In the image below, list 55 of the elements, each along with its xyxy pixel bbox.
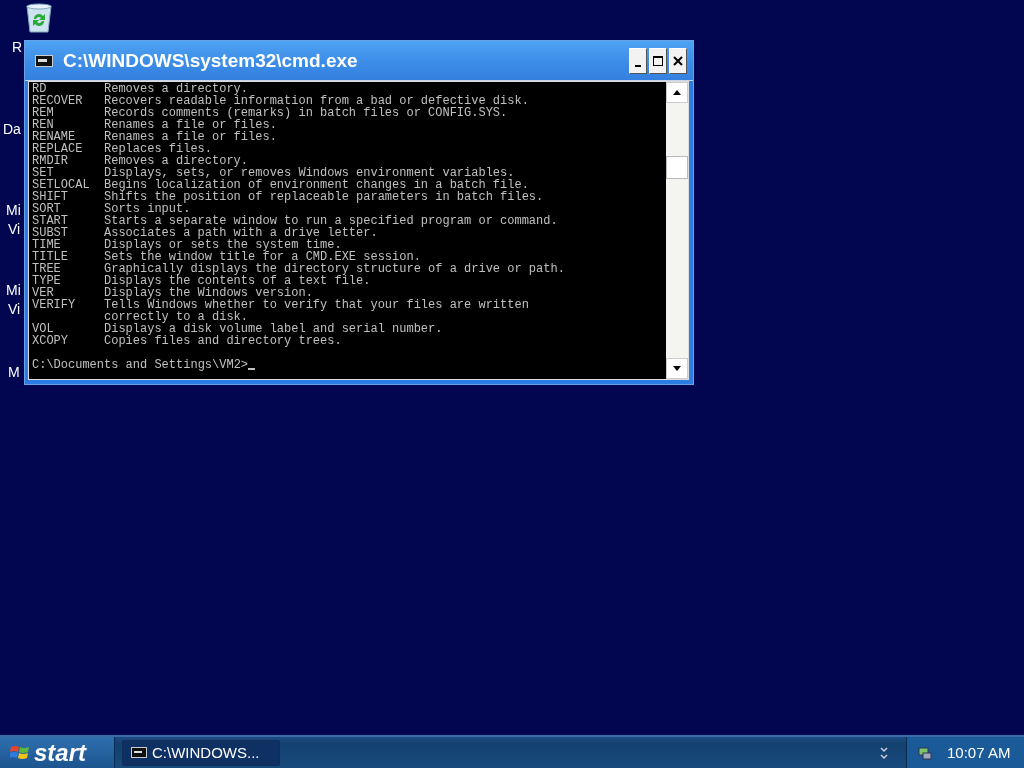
command-description: Sorts input. [104, 203, 191, 215]
command-name: REN [32, 118, 54, 132]
command-name: SORT [32, 202, 61, 216]
command-name: START [32, 214, 68, 228]
command-description: Removes a directory. [104, 83, 249, 95]
command-description: Displays the Windows version. [104, 287, 313, 299]
command-description: correctly to a disk. [104, 311, 249, 323]
command-description: Renames a file or files. [104, 119, 277, 131]
desktop-icon-label[interactable]: Mi [6, 281, 21, 299]
command-name: RMDIR [32, 154, 68, 168]
command-description: Tells Windows whether to verify that your files are written [104, 299, 529, 311]
command-name: TREE [32, 262, 61, 276]
command-description: Replaces files. [104, 143, 213, 155]
command-name: VOL [32, 322, 54, 336]
command-description: Shifts the position of replaceable parameters in batch files. [104, 191, 544, 203]
command-prompt: C:\Documents and Settings\VM2> [32, 359, 249, 371]
command-name: XCOPY [32, 334, 68, 348]
desktop-icon-label[interactable]: Vi [8, 300, 21, 318]
command-description: Removes a directory. [104, 155, 249, 167]
desktop-icon-label[interactable]: Da [3, 120, 21, 138]
command-description: Renames a file or files. [104, 131, 277, 143]
desktop-icon-label[interactable]: R [12, 38, 23, 56]
desktop-icon-label[interactable]: M [8, 363, 20, 381]
command-name: SUBST [32, 226, 68, 240]
command-description: Displays or sets the system time. [104, 239, 342, 251]
desktop-icon-label[interactable]: Mi [6, 201, 21, 219]
command-name: REM [32, 106, 54, 120]
command-description: Copies files and directory trees. [104, 335, 342, 347]
command-name: TIME [32, 238, 61, 252]
command-name: VERIFY [32, 298, 76, 312]
command-description: Starts a separate window to run a specified program or command. [104, 215, 558, 227]
command-name: TYPE [32, 274, 61, 288]
command-name: REPLACE [32, 142, 83, 156]
command-name: SET [32, 166, 54, 180]
desktop-icon-label[interactable]: Vi [8, 220, 21, 238]
command-description: Displays, sets, or removes Windows environment variables. [104, 167, 515, 179]
command-description: Begins localization of environment changes in a batch file. [104, 179, 529, 191]
command-description: Displays the contents of a text file. [104, 275, 371, 287]
window-title: C:\WINDOWS\system32\cmd.exe [63, 49, 358, 72]
command-description: Recovers readable information from a bad or defective disk. [104, 95, 529, 107]
command-description: Sets the window title for a CMD.EXE session. [104, 251, 421, 263]
command-name: TITLE [32, 250, 68, 264]
command-name: SHIFT [32, 190, 68, 204]
command-description: Records comments (remarks) in batch files or CONFIG.SYS. [104, 107, 508, 119]
command-description: Associates a path with a drive letter. [104, 227, 378, 239]
start-button[interactable]: start [0, 737, 115, 768]
command-name: SETLOCAL [32, 178, 90, 192]
command-name: RECOVER [32, 94, 83, 108]
command-description: Graphically displays the directory structure of a drive or path. [104, 263, 565, 275]
command-name: RENAME [32, 130, 76, 144]
clock: 10:07 AM [947, 744, 1011, 761]
command-description: Displays a disk volume label and serial number. [104, 323, 443, 335]
taskbar-button[interactable]: C:\WINDOWS... [122, 739, 280, 766]
command-name: RD [32, 82, 47, 96]
command-name: VER [32, 286, 54, 300]
